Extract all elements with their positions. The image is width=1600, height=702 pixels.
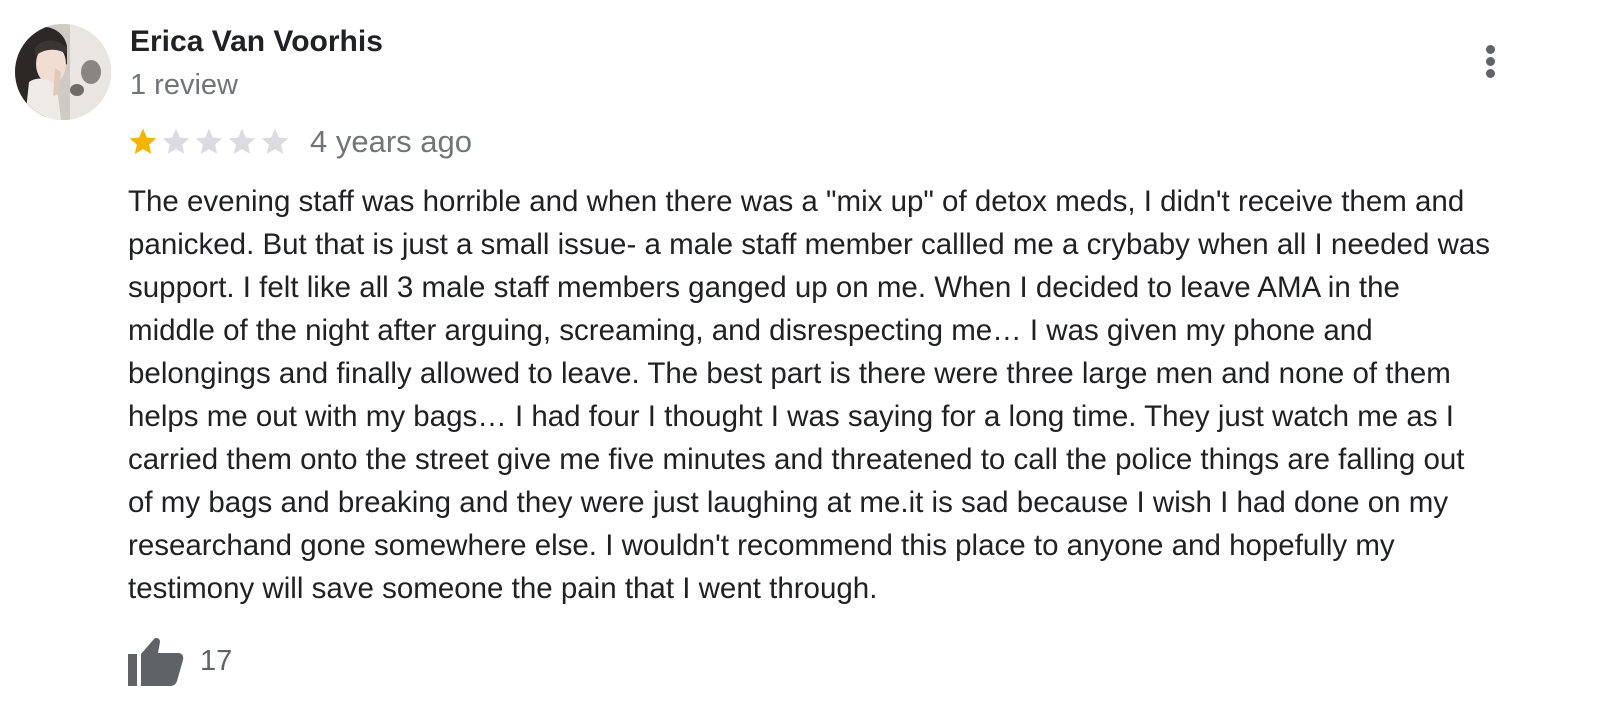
- rating-row: 4 years ago: [127, 124, 472, 160]
- review-text-line: middle of the night after arguing, screa…: [128, 314, 1373, 347]
- review-time: 4 years ago: [310, 124, 472, 159]
- review-text-line: panicked. But that is just a small issue…: [128, 228, 1491, 261]
- like-row: 17: [128, 636, 232, 686]
- profile-photo-avatar-icon: [15, 24, 111, 120]
- more-vertical-icon-dot: [1486, 57, 1495, 66]
- review-text-line: of my bags and breaking and they were ju…: [128, 486, 1449, 519]
- star-empty-icon: [228, 128, 256, 154]
- star-rating: [127, 124, 292, 160]
- author-name[interactable]: Erica Van Voorhis: [130, 24, 383, 60]
- review-text-line: helps me out with my bags… I had four I …: [128, 400, 1454, 433]
- avatar[interactable]: [15, 24, 111, 120]
- thumbs-up-icon: [128, 638, 184, 686]
- star-empty-icon: [162, 128, 190, 154]
- review-text-line: carried them onto the street give me fiv…: [128, 443, 1465, 476]
- review-card: Erica Van Voorhis 1 review 4 years ago T…: [0, 0, 1600, 702]
- star-empty-icon: [261, 128, 289, 154]
- more-vertical-icon: [1486, 45, 1495, 54]
- review-text-line: researchand gone somewhere else. I would…: [128, 529, 1395, 562]
- like-button[interactable]: [128, 636, 184, 686]
- star-empty-icon: [195, 128, 223, 154]
- like-count: 17: [200, 645, 233, 677]
- more-vertical-icon-dot: [1486, 69, 1495, 78]
- review-text: The evening staff was horrible and when …: [128, 180, 1578, 610]
- author-review-count: 1 review: [130, 69, 238, 101]
- review-text-line: support. I felt like all 3 male staff me…: [128, 271, 1400, 304]
- review-text-line: The evening staff was horrible and when …: [128, 185, 1465, 218]
- review-text-line: testimony will save someone the pain tha…: [128, 572, 878, 605]
- more-options-button[interactable]: [1474, 40, 1508, 84]
- review-text-line: belongings and finally allowed to leave.…: [128, 357, 1451, 390]
- star-filled-icon: [129, 128, 157, 154]
